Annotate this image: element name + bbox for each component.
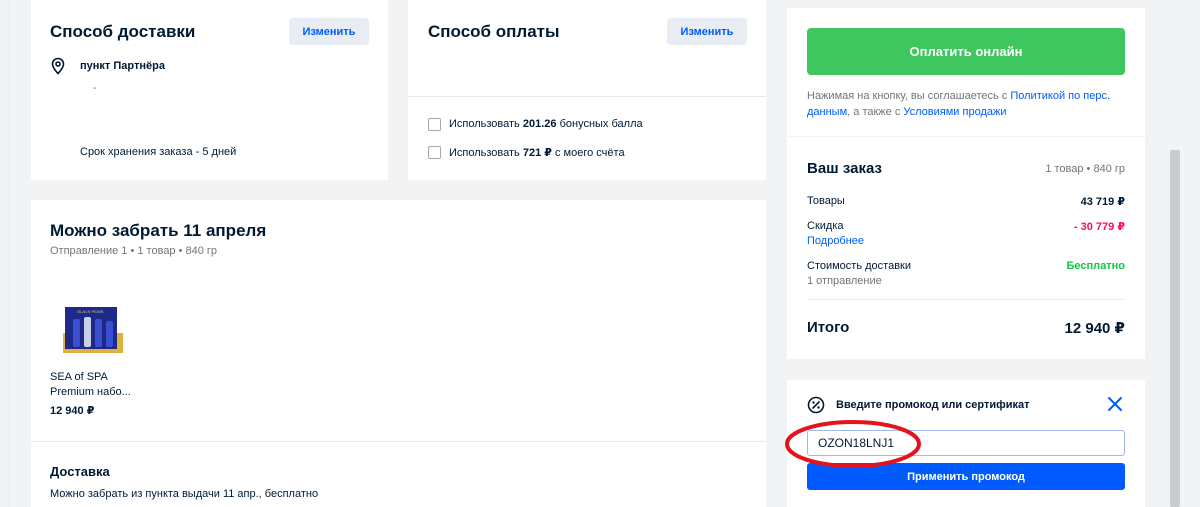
location-pin-icon bbox=[51, 57, 65, 75]
discount-label: Скидка bbox=[807, 220, 844, 232]
storage-period-text: Срок хранения заказа - 5 дней bbox=[80, 146, 237, 158]
delivery-method-card: Способ доставки Изменить пункт Партнёра … bbox=[31, 0, 388, 180]
use-bonus-label: Использовать 201.26 бонусных балла bbox=[449, 118, 643, 130]
goods-label: Товары bbox=[807, 195, 845, 207]
bonus-amount: 201.26 bbox=[522, 118, 557, 130]
close-icon[interactable] bbox=[1107, 396, 1123, 412]
delivery-method-title: Способ доставки bbox=[50, 22, 196, 41]
order-summary-card: Ваш заказ 1 товар • 840 гр Товары 43 719… bbox=[787, 137, 1145, 359]
use-account-checkbox[interactable] bbox=[428, 146, 441, 159]
pickup-point-type: пункт Партнёра bbox=[80, 60, 165, 72]
use-account-label: Использовать 721 ₽ с моего счёта bbox=[449, 147, 625, 159]
total-divider bbox=[807, 299, 1125, 300]
discount-value: - 30 779 ₽ bbox=[1073, 221, 1125, 233]
account-amount: 721 ₽ bbox=[522, 147, 552, 159]
payment-method-title: Способ оплаты bbox=[428, 22, 560, 41]
shipping-cost-label: Стоимость доставки bbox=[807, 260, 911, 272]
shipping-cost-value: Бесплатно bbox=[1066, 260, 1126, 272]
apply-promo-button[interactable]: Применить промокод bbox=[807, 463, 1125, 490]
order-meta: 1 товар • 840 гр bbox=[1045, 163, 1125, 175]
product-price: 12 940 ₽ bbox=[50, 405, 95, 417]
scrollbar-thumb[interactable] bbox=[1170, 150, 1180, 507]
product-name-line-1[interactable]: SEA of SPA bbox=[50, 371, 108, 383]
window-left-edge bbox=[0, 0, 10, 507]
scrollbar-track[interactable] bbox=[1160, 0, 1200, 507]
privacy-policy-link[interactable]: Политикой по перс. bbox=[1010, 90, 1110, 102]
order-summary-title: Ваш заказ bbox=[807, 160, 882, 177]
product-image[interactable]: BLACK PEARL bbox=[63, 305, 123, 359]
checkout-card: Оплатить онлайн Нажимая на кнопку, вы со… bbox=[787, 8, 1145, 136]
delivery-heading: Доставка bbox=[50, 464, 110, 479]
delivery-description: Можно забрать из пункта выдачи 11 апр., … bbox=[50, 488, 319, 500]
payment-method-card: Способ оплаты Изменить Использовать 201.… bbox=[408, 0, 766, 180]
discount-details-link[interactable]: Подробнее bbox=[807, 235, 864, 247]
shipment-subtitle: Отправление 1 • 1 товар • 840 гр bbox=[50, 245, 218, 257]
pay-online-button[interactable]: Оплатить онлайн bbox=[807, 28, 1125, 75]
promo-code-card: Введите промокод или сертификат Применит… bbox=[787, 380, 1145, 507]
product-name-line-2[interactable]: Premium набо... bbox=[50, 386, 131, 398]
change-delivery-button[interactable]: Изменить bbox=[289, 18, 369, 45]
terms-of-sale-link[interactable]: Условиями продажи bbox=[903, 106, 1006, 118]
pickup-point-address: - bbox=[93, 82, 97, 94]
payment-divider bbox=[408, 96, 766, 97]
promo-prompt: Введите промокод или сертификат bbox=[836, 399, 1030, 411]
consent-text: Нажимая на кнопку, вы соглашаетесь с Пол… bbox=[807, 90, 1111, 118]
goods-value: 43 719 ₽ bbox=[1080, 196, 1125, 208]
shipment-count: 1 отправление bbox=[807, 275, 882, 287]
shipment-card: Можно забрать 11 апреля Отправление 1 • … bbox=[31, 200, 766, 507]
privacy-policy-link-cont[interactable]: данным bbox=[807, 106, 847, 118]
discount-percent-icon bbox=[807, 396, 825, 414]
product-box-text: BLACK PEARL bbox=[77, 309, 105, 314]
use-bonus-checkbox[interactable] bbox=[428, 118, 441, 131]
total-value: 12 940 ₽ bbox=[1064, 320, 1125, 337]
promo-code-input[interactable] bbox=[807, 430, 1125, 456]
change-payment-button[interactable]: Изменить bbox=[667, 18, 747, 45]
pickup-date-title: Можно забрать 11 апреля bbox=[50, 221, 267, 240]
total-label: Итого bbox=[807, 319, 850, 336]
shipment-divider bbox=[31, 441, 766, 442]
